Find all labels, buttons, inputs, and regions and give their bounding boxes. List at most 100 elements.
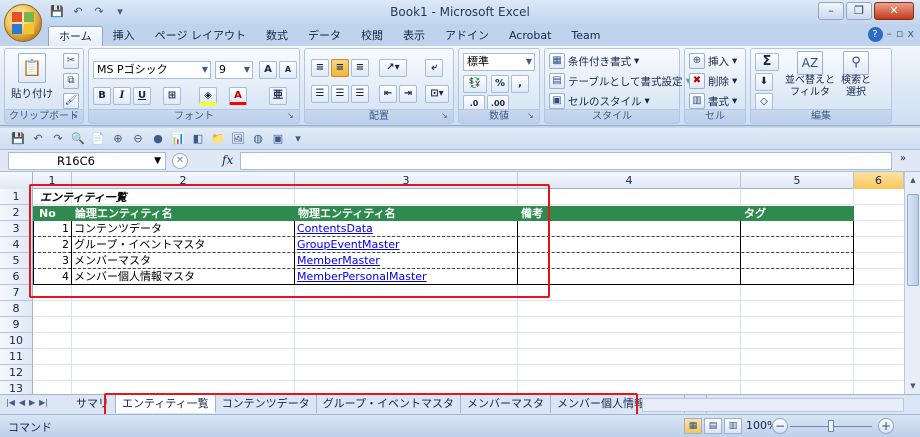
row-header-2[interactable]: 2 [0, 205, 33, 221]
merge-center-icon[interactable]: ⊡▾ [425, 85, 449, 103]
workbook-restore-button[interactable]: ▫ [896, 27, 903, 42]
horizontal-scrollbar[interactable] [642, 398, 904, 412]
find-select-button[interactable]: ⚲ 検索と 選択 [841, 51, 871, 99]
save-icon[interactable]: 💾 [10, 131, 26, 147]
number-launcher-icon[interactable]: ↘ [527, 111, 537, 121]
underline-button[interactable]: U [133, 87, 151, 105]
sheet-tab-contents-data[interactable]: コンテンツデータ [216, 395, 317, 413]
select-all-corner[interactable] [0, 172, 33, 189]
currency-icon[interactable]: 💱 [463, 75, 487, 93]
workbook-minimize-button[interactable]: – [887, 27, 893, 42]
delete-cells-button[interactable]: ✖ 削除 ▾ [689, 73, 737, 89]
wrap-text-icon[interactable]: ⤶ [425, 59, 443, 77]
border-icon[interactable]: ⊞ [163, 87, 181, 105]
cancel-icon[interactable]: ✕ [172, 153, 188, 169]
font-color-icon[interactable]: A [229, 87, 247, 105]
name-box[interactable]: R16C6 ▼ [8, 152, 166, 170]
alignment-launcher-icon[interactable]: ↘ [441, 111, 451, 121]
restore-button[interactable]: ❐ [846, 2, 872, 20]
tab-insert[interactable]: 挿入 [103, 26, 145, 46]
conditional-format-button[interactable]: ▦ 条件付き書式 ▾ [549, 53, 639, 69]
vertical-scroll-thumb[interactable] [907, 194, 919, 286]
row-header-5[interactable]: 5 [0, 253, 33, 269]
row-header-9[interactable]: 9 [0, 317, 33, 333]
percent-button[interactable]: % [491, 75, 509, 93]
format-cells-button[interactable]: ▥ 書式 ▾ [689, 93, 737, 109]
image-icon[interactable]: 🖼 [230, 131, 246, 147]
text-orientation-icon[interactable]: ↗▾ [379, 59, 407, 77]
fill-color-icon[interactable]: ◈ [199, 87, 217, 105]
sheet-tab-entity-list[interactable]: エンティティ一覧 [116, 395, 216, 413]
copy-icon[interactable]: ⧉ [63, 73, 79, 89]
cell-physical-name[interactable]: MemberPersonalMaster [295, 269, 518, 285]
format-painter-icon[interactable]: 🖌 [63, 93, 79, 109]
column-header-3[interactable]: 3 [295, 172, 518, 189]
comma-button[interactable]: , [511, 75, 529, 93]
zoom-in-button[interactable]: + [878, 418, 894, 434]
tab-team[interactable]: Team [561, 26, 610, 46]
font-launcher-icon[interactable]: ↘ [287, 111, 297, 121]
clipboard-launcher-icon[interactable]: ↘ [71, 111, 81, 121]
redo-icon[interactable]: ↷ [50, 131, 66, 147]
office-button[interactable] [4, 4, 42, 42]
undo-icon[interactable]: ↶ [30, 131, 46, 147]
cut-icon[interactable]: ✂ [63, 53, 79, 69]
format-as-table-button[interactable]: ▤テーブルとして書式設定▾ [549, 73, 691, 89]
vertical-scrollbar[interactable]: ▲ ▼ [904, 172, 920, 394]
worksheet-grid[interactable]: 1 2 3 4 5 6 1234567891011121314 エンティティ一覧… [0, 172, 920, 413]
align-middle-icon[interactable]: ≡ [331, 59, 349, 77]
grow-font-button[interactable]: A [259, 61, 277, 79]
cell-physical-name[interactable]: MemberMaster [295, 253, 518, 269]
camera-icon[interactable]: ▣ [270, 131, 286, 147]
minimize-button[interactable]: – [818, 2, 844, 20]
toolbar-more-icon[interactable]: ▾ [290, 131, 306, 147]
row-header-4[interactable]: 4 [0, 237, 33, 253]
tab-formulas[interactable]: 数式 [256, 26, 298, 46]
cell-physical-name[interactable]: ContentsData [295, 221, 518, 237]
record-icon[interactable]: ● [150, 131, 166, 147]
next-sheet-icon[interactable]: ▶ [29, 398, 35, 407]
row-header-11[interactable]: 11 [0, 349, 33, 365]
formula-input[interactable] [240, 152, 892, 170]
zoom-out-icon[interactable]: ⊖ [130, 131, 146, 147]
sheet-tab-summary[interactable]: サマリ [70, 395, 116, 413]
close-button[interactable]: ✕ [874, 2, 914, 20]
insert-cells-button[interactable]: ⊕ 挿入 ▾ [689, 53, 737, 69]
phonetic-button[interactable]: 亜 [269, 87, 287, 105]
font-name-combo[interactable]: MS Pゴシック ▼ [93, 61, 211, 79]
row-header-12[interactable]: 12 [0, 365, 33, 381]
chart-icon[interactable]: 📊 [170, 131, 186, 147]
prev-sheet-icon[interactable]: ◀ [19, 398, 25, 407]
tab-view[interactable]: 表示 [393, 26, 435, 46]
sheet-tab-member-master[interactable]: メンバーマスタ [461, 395, 552, 413]
sheet-tab-group-event-master[interactable]: グループ・イベントマスタ [317, 395, 462, 413]
align-center-icon[interactable]: ☰ [331, 85, 349, 103]
cell-physical-name[interactable]: GroupEventMaster [295, 237, 518, 253]
zoom-slider-thumb[interactable] [828, 420, 834, 432]
row-header-10[interactable]: 10 [0, 333, 33, 349]
fill-icon[interactable]: ⬇ [755, 73, 773, 91]
tab-review[interactable]: 校閲 [351, 26, 393, 46]
row-header-8[interactable]: 8 [0, 301, 33, 317]
row-header-7[interactable]: 7 [0, 285, 33, 301]
increase-indent-icon[interactable]: ⇥ [399, 85, 417, 103]
last-sheet-icon[interactable]: ▶| [39, 398, 48, 407]
tab-page-layout[interactable]: ページ レイアウト [145, 26, 256, 46]
column-header-6[interactable]: 6 [854, 172, 904, 189]
scroll-up-icon[interactable]: ▲ [907, 174, 919, 186]
autosum-button[interactable]: Σ [755, 53, 779, 71]
font-size-combo[interactable]: 9 ▼ [215, 61, 253, 79]
globe-icon[interactable]: ◍ [250, 131, 266, 147]
folder-icon[interactable]: 📁 [210, 131, 226, 147]
column-header-5[interactable]: 5 [741, 172, 854, 189]
column-header-1[interactable]: 1 [33, 172, 72, 189]
first-sheet-icon[interactable]: |◀ [6, 398, 15, 407]
page-layout-view-icon[interactable]: ▤ [704, 418, 722, 434]
number-format-combo[interactable]: 標準 ▼ [463, 53, 535, 71]
help-icon[interactable]: ? [867, 27, 883, 42]
align-bottom-icon[interactable]: ≡ [351, 59, 369, 77]
column-header-4[interactable]: 4 [518, 172, 741, 189]
paste-button[interactable]: 📋 貼り付け [11, 53, 53, 101]
row-header-6[interactable]: 6 [0, 269, 33, 285]
tab-acrobat[interactable]: Acrobat [499, 26, 561, 46]
